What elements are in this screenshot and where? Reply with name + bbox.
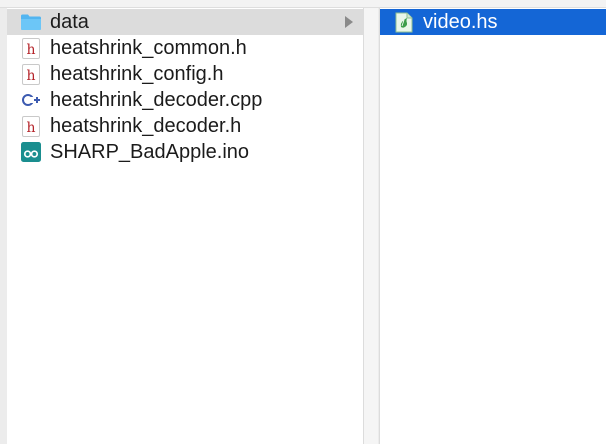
list-item-data-folder[interactable]: data [7, 9, 363, 35]
header-file-icon: h [20, 37, 42, 59]
list-item-label: SHARP_BadApple.ino [50, 141, 250, 163]
list-item-file[interactable]: heatshrink_decoder.cpp [7, 87, 363, 113]
list-item-label: data [50, 11, 89, 33]
svg-text:h: h [26, 120, 35, 136]
list-item-file[interactable]: h heatshrink_decoder.h [7, 113, 363, 139]
folder-icon [20, 11, 42, 33]
column-divider[interactable] [364, 8, 378, 444]
header-file-icon: h [20, 63, 42, 85]
list-item-file[interactable]: video.hs [380, 9, 606, 35]
list-item-file[interactable]: SHARP_BadApple.ino [7, 139, 363, 165]
document-icon [393, 11, 415, 33]
list-item-label: heatshrink_decoder.cpp [50, 89, 263, 111]
finder-column-browser: data h heatshrink_common.h h heatshrink_… [0, 0, 606, 444]
arduino-file-icon [20, 141, 42, 163]
column-browser-top-edge [0, 0, 606, 8]
list-item-label: heatshrink_common.h [50, 37, 247, 59]
list-item-file[interactable]: h heatshrink_config.h [7, 61, 363, 87]
svg-text:h: h [26, 68, 35, 84]
cpp-file-icon [20, 89, 42, 111]
svg-text:h: h [26, 42, 35, 58]
list-item-label: heatshrink_config.h [50, 63, 224, 85]
list-item-label: heatshrink_decoder.h [50, 115, 242, 137]
column-1[interactable]: data h heatshrink_common.h h heatshrink_… [7, 8, 364, 444]
list-item-file[interactable]: h heatshrink_common.h [7, 35, 363, 61]
disclosure-arrow-icon [345, 16, 353, 28]
header-file-icon: h [20, 115, 42, 137]
list-item-label: video.hs [423, 11, 498, 33]
column-2[interactable]: video.hs [379, 8, 606, 444]
